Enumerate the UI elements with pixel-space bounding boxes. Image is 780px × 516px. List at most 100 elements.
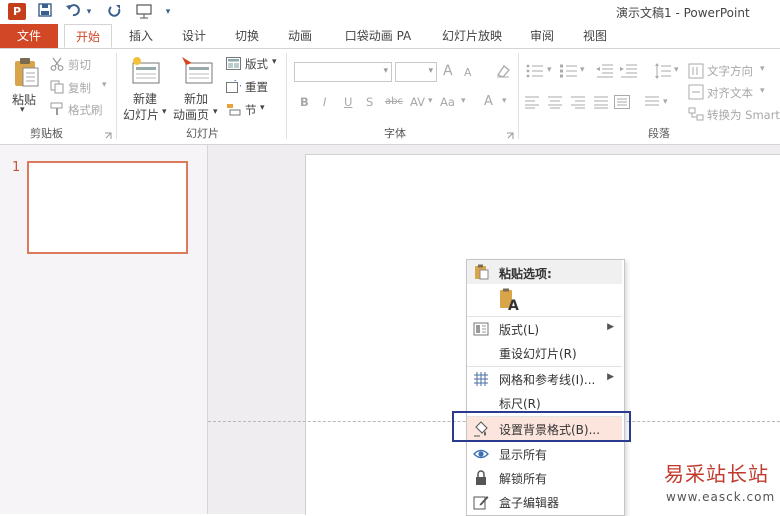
new-slide-dropdown-icon[interactable]: ▾ <box>162 107 167 117</box>
font-color-button[interactable]: A <box>484 94 493 109</box>
grid-icon <box>473 371 489 387</box>
char-spacing-dropdown-icon[interactable]: ▾ <box>428 96 433 106</box>
increase-indent-icon[interactable] <box>620 63 638 79</box>
bullets-icon[interactable] <box>526 63 546 79</box>
tab-file[interactable]: 文件 <box>0 24 58 48</box>
menu-item-box-editor[interactable]: 盒子编辑器 <box>467 490 622 514</box>
align-text-button[interactable]: 对齐文本 <box>707 85 753 101</box>
menu-item-show-all[interactable]: 显示所有 <box>467 442 622 466</box>
slideshow-icon[interactable] <box>134 3 154 21</box>
new-animation-page-button[interactable]: 新加 <box>184 90 208 107</box>
tab-home[interactable]: 开始 <box>64 24 112 48</box>
new-animation-dropdown-icon[interactable]: ▾ <box>213 107 218 117</box>
slide-thumbnail-pane: 1 <box>0 145 208 514</box>
text-direction-button[interactable]: 文字方向 <box>707 63 753 79</box>
numbering-dropdown-icon[interactable]: ▾ <box>580 65 585 75</box>
tab-transitions[interactable]: 切换 <box>226 24 268 48</box>
new-animation-page-label-2[interactable]: 动画页 <box>173 106 209 123</box>
reset-button[interactable]: 重置 <box>245 79 268 95</box>
font-launcher-icon[interactable] <box>506 129 514 139</box>
watermark-title: 易采站长站 <box>664 462 769 486</box>
bullets-dropdown-icon[interactable]: ▾ <box>547 65 552 75</box>
copy-button[interactable]: 复制 <box>68 80 91 96</box>
tab-design[interactable]: 设计 <box>172 24 216 48</box>
shrink-font-button[interactable]: A <box>464 66 472 79</box>
decrease-indent-icon[interactable] <box>596 63 614 79</box>
clipboard-group-label: 剪贴板 <box>30 127 63 140</box>
save-icon[interactable] <box>36 3 54 21</box>
menu-item-grid-guides-label: 网格和参考线(I)... <box>499 373 596 387</box>
paste-dropdown-icon[interactable]: ▾ <box>20 105 25 115</box>
italic-button[interactable]: I <box>323 95 326 109</box>
line-spacing-icon[interactable] <box>654 63 672 79</box>
font-name-combo[interactable]: ▾ <box>294 62 392 82</box>
slides-group-label: 幻灯片 <box>186 127 219 140</box>
menu-item-unlock-all[interactable]: 解锁所有 <box>467 466 622 490</box>
menu-item-layout-label: 版式(L) <box>499 323 540 337</box>
align-text-dropdown-icon[interactable]: ▾ <box>760 86 765 96</box>
section-button[interactable]: 节 <box>245 102 257 118</box>
justify-icon[interactable] <box>593 95 609 109</box>
char-spacing-button[interactable]: AV <box>410 95 425 109</box>
menu-item-show-all-label: 显示所有 <box>499 448 548 462</box>
columns-dropdown-icon[interactable]: ▾ <box>663 97 668 107</box>
underline-button[interactable]: U <box>344 95 352 109</box>
menu-item-ruler-label: 标尺(R) <box>499 397 541 411</box>
align-left-icon[interactable] <box>524 95 540 109</box>
cut-button[interactable]: 剪切 <box>68 57 91 73</box>
numbering-icon[interactable] <box>560 63 580 79</box>
grow-font-button[interactable]: A <box>443 63 453 79</box>
layout-button[interactable]: 版式 <box>245 56 268 72</box>
section-dropdown-icon[interactable]: ▾ <box>260 103 265 113</box>
columns-icon[interactable] <box>644 95 660 109</box>
submenu-arrow-icon: ▶ <box>607 372 614 382</box>
distributed-icon[interactable] <box>614 95 630 109</box>
clipboard-launcher-icon[interactable] <box>104 129 112 139</box>
undo-dropdown-icon[interactable]: ▾ <box>84 3 94 21</box>
slide-thumbnail[interactable] <box>27 161 188 254</box>
ribbon: 粘贴 ▾ 剪切 复制 ▾ 格式刷 剪贴板 新建 幻灯片 ▾ 新加 动画页 ▾ 版… <box>0 49 780 145</box>
watermark-url: www.easck.com <box>666 490 776 504</box>
paste-icon[interactable] <box>12 57 40 89</box>
convert-smartart-button[interactable]: 转换为 SmartArt <box>707 107 780 123</box>
tab-animations[interactable]: 动画 <box>278 24 322 48</box>
strikethrough-button[interactable]: abc <box>385 96 403 107</box>
layout-dropdown-icon[interactable]: ▾ <box>272 57 277 67</box>
font-color-dropdown-icon[interactable]: ▾ <box>502 96 507 106</box>
clear-format-icon[interactable] <box>495 63 511 79</box>
redo-icon[interactable] <box>106 3 124 21</box>
menu-item-layout[interactable]: 版式(L) ▶ <box>467 317 622 341</box>
new-slide-label-2[interactable]: 幻灯片 <box>123 106 159 123</box>
change-case-button[interactable]: Aa <box>440 95 455 109</box>
tab-view[interactable]: 视图 <box>574 24 616 48</box>
new-animation-page-icon <box>180 55 214 87</box>
paragraph-group-label: 段落 <box>648 127 670 140</box>
shadow-button[interactable]: S <box>366 95 373 109</box>
copy-dropdown-icon[interactable]: ▾ <box>102 80 107 90</box>
line-spacing-dropdown-icon[interactable]: ▾ <box>674 65 679 75</box>
paste-options-label: 粘贴选项: <box>499 267 552 281</box>
bold-button[interactable]: B <box>300 95 309 109</box>
change-case-dropdown-icon[interactable]: ▾ <box>461 96 466 106</box>
format-painter-button[interactable]: 格式刷 <box>68 102 103 118</box>
new-slide-button[interactable]: 新建 <box>133 90 157 107</box>
menu-item-unlock-all-label: 解锁所有 <box>499 472 548 486</box>
powerpoint-logo-icon: P <box>8 3 26 20</box>
tab-review[interactable]: 审阅 <box>522 24 562 48</box>
menu-item-grid-guides[interactable]: 网格和参考线(I)... ▶ <box>467 367 622 391</box>
text-direction-dropdown-icon[interactable]: ▾ <box>760 64 765 74</box>
align-right-icon[interactable] <box>570 95 586 109</box>
font-size-combo[interactable]: ▾ <box>395 62 437 82</box>
layout-menu-icon <box>473 321 489 337</box>
undo-icon[interactable] <box>64 3 82 21</box>
tab-pocket-animation[interactable]: 口袋动画 PA <box>338 24 418 48</box>
keep-text-only-icon[interactable]: A <box>499 288 521 314</box>
menu-item-reset-slide[interactable]: 重设幻灯片(R) <box>467 341 622 365</box>
svg-text:A: A <box>508 298 519 312</box>
tab-insert[interactable]: 插入 <box>120 24 162 48</box>
section-icon <box>226 103 241 116</box>
customize-icon[interactable]: ▾ <box>162 3 174 21</box>
ribbon-tabs: 文件 开始 插入 设计 切换 动画 口袋动画 PA 幻灯片放映 审阅 视图 <box>0 24 780 49</box>
align-center-icon[interactable] <box>547 95 563 109</box>
tab-slideshow[interactable]: 幻灯片放映 <box>434 24 510 48</box>
